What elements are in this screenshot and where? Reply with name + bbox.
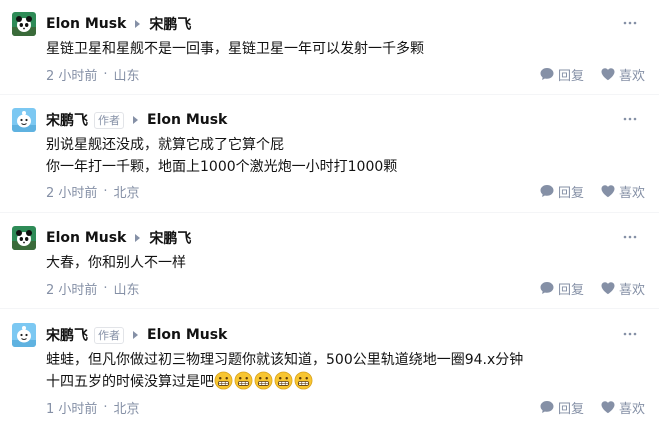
comment-line: 你一年打一千颗，地面上1000个激光炮一小时打1000颗 bbox=[46, 159, 398, 175]
avatar[interactable] bbox=[12, 108, 36, 132]
cartoon-avatar-icon bbox=[12, 323, 36, 347]
reply-label: 回复 bbox=[557, 401, 584, 417]
reply-to-name[interactable]: 宋鹏飞 bbox=[149, 14, 191, 34]
reply-to-name[interactable]: 宋鹏飞 bbox=[149, 228, 191, 248]
chat-bubble-icon bbox=[540, 401, 554, 413]
grimace-emoji bbox=[254, 371, 273, 390]
comment-actions: 回复 喜欢 bbox=[539, 65, 645, 84]
heart-icon bbox=[601, 401, 615, 414]
divider bbox=[0, 212, 659, 213]
comment-actions: 回复 喜欢 bbox=[539, 182, 645, 201]
reply-label: 回复 bbox=[557, 185, 584, 201]
like-label: 喜欢 bbox=[618, 282, 645, 298]
comment-time: 2 小时前 bbox=[46, 68, 98, 84]
more-dots-icon[interactable] bbox=[622, 15, 638, 31]
comment-body: 星链卫星和星舰不是一回事，星链卫星一年可以发射一千多颗 bbox=[46, 38, 424, 60]
more-dots-icon[interactable] bbox=[622, 229, 638, 245]
author-badge: 作者 bbox=[94, 111, 124, 129]
grimace-emoji bbox=[294, 371, 313, 390]
chat-bubble-icon bbox=[540, 282, 554, 294]
more-dots-icon[interactable] bbox=[622, 326, 638, 342]
panda-avatar-icon bbox=[12, 12, 36, 36]
author-name[interactable]: Elon Musk bbox=[46, 16, 126, 32]
comment-location: 山东 bbox=[113, 282, 140, 298]
reply-button[interactable]: 回复 bbox=[539, 182, 584, 201]
comment-meta: 2 小时前 · 山东 bbox=[46, 65, 140, 84]
reply-button[interactable]: 回复 bbox=[539, 279, 584, 298]
comment-header: Elon Musk 宋鹏飞 bbox=[46, 227, 191, 249]
comment-body: 大春，你和别人不一样 bbox=[46, 252, 186, 274]
comment-time: 2 小时前 bbox=[46, 185, 98, 201]
grimace-emoji bbox=[214, 371, 233, 390]
emoji-row bbox=[214, 371, 314, 390]
comment-header: Elon Musk 宋鹏飞 bbox=[46, 13, 191, 35]
like-button[interactable]: 喜欢 bbox=[600, 279, 645, 298]
cartoon-avatar-icon bbox=[12, 108, 36, 132]
comment-location: 北京 bbox=[113, 401, 140, 417]
comment-header: 宋鹏飞 作者 Elon Musk bbox=[46, 109, 227, 131]
reply-arrow-icon bbox=[135, 20, 141, 28]
comment-body: 别说星舰还没成，就算它成了它算个屁 你一年打一千颗，地面上1000个激光炮一小时… bbox=[46, 134, 397, 178]
reply-arrow-icon bbox=[133, 116, 138, 124]
meta-separator: · bbox=[103, 183, 108, 199]
reply-to-name[interactable]: Elon Musk bbox=[147, 112, 227, 128]
meta-separator: · bbox=[103, 280, 108, 296]
grimace-emoji bbox=[274, 371, 293, 390]
reply-arrow-icon bbox=[133, 331, 138, 339]
reply-label: 回复 bbox=[557, 68, 584, 84]
comment-location: 山东 bbox=[113, 68, 140, 84]
comment-header: 宋鹏飞 作者 Elon Musk bbox=[46, 324, 227, 346]
like-button[interactable]: 喜欢 bbox=[600, 398, 645, 417]
avatar[interactable] bbox=[12, 226, 36, 250]
like-label: 喜欢 bbox=[618, 401, 645, 417]
heart-icon bbox=[601, 185, 615, 198]
reply-button[interactable]: 回复 bbox=[539, 398, 584, 417]
comment-location: 北京 bbox=[113, 185, 140, 201]
chat-bubble-icon bbox=[540, 185, 554, 197]
author-name[interactable]: 宋鹏飞 bbox=[46, 325, 88, 345]
reply-button[interactable]: 回复 bbox=[539, 65, 584, 84]
comment-line: 别说星舰还没成，就算它成了它算个屁 bbox=[46, 137, 284, 153]
divider bbox=[0, 94, 659, 95]
meta-separator: · bbox=[103, 66, 108, 82]
reply-arrow-icon bbox=[135, 234, 141, 242]
comment-line: 十四五岁的时候没算过是吧 bbox=[46, 374, 214, 390]
meta-separator: · bbox=[103, 399, 108, 415]
like-button[interactable]: 喜欢 bbox=[600, 65, 645, 84]
avatar[interactable] bbox=[12, 323, 36, 347]
like-button[interactable]: 喜欢 bbox=[600, 182, 645, 201]
comment-body: 蛙蛙，但凡你做过初三物理习题你就该知道，500公里轨道绕地一圈94.x分钟 十四… bbox=[46, 349, 523, 393]
like-label: 喜欢 bbox=[618, 68, 645, 84]
divider bbox=[0, 308, 659, 309]
like-label: 喜欢 bbox=[618, 185, 645, 201]
panda-avatar-icon bbox=[12, 226, 36, 250]
comment-actions: 回复 喜欢 bbox=[539, 279, 645, 298]
comment-line: 星链卫星和星舰不是一回事，星链卫星一年可以发射一千多颗 bbox=[46, 41, 424, 57]
reply-to-name[interactable]: Elon Musk bbox=[147, 327, 227, 343]
more-dots-icon[interactable] bbox=[622, 111, 638, 127]
comment-actions: 回复 喜欢 bbox=[539, 398, 645, 417]
chat-bubble-icon bbox=[540, 68, 554, 80]
comment-line: 蛙蛙，但凡你做过初三物理习题你就该知道，500公里轨道绕地一圈94.x分钟 bbox=[46, 352, 524, 368]
comment-meta: 2 小时前 · 北京 bbox=[46, 182, 140, 201]
comment-line: 大春，你和别人不一样 bbox=[46, 255, 186, 271]
author-badge: 作者 bbox=[94, 326, 124, 344]
grimace-emoji bbox=[234, 371, 253, 390]
comment-meta: 2 小时前 · 山东 bbox=[46, 279, 140, 298]
comment-line-with-emoji: 十四五岁的时候没算过是吧 bbox=[46, 371, 523, 393]
comment-time: 2 小时前 bbox=[46, 282, 98, 298]
author-name[interactable]: Elon Musk bbox=[46, 230, 126, 246]
heart-icon bbox=[601, 68, 615, 81]
comment-time: 1 小时前 bbox=[46, 401, 98, 417]
reply-label: 回复 bbox=[557, 282, 584, 298]
author-name[interactable]: 宋鹏飞 bbox=[46, 110, 88, 130]
avatar[interactable] bbox=[12, 12, 36, 36]
comment-meta: 1 小时前 · 北京 bbox=[46, 398, 140, 417]
heart-icon bbox=[601, 282, 615, 295]
